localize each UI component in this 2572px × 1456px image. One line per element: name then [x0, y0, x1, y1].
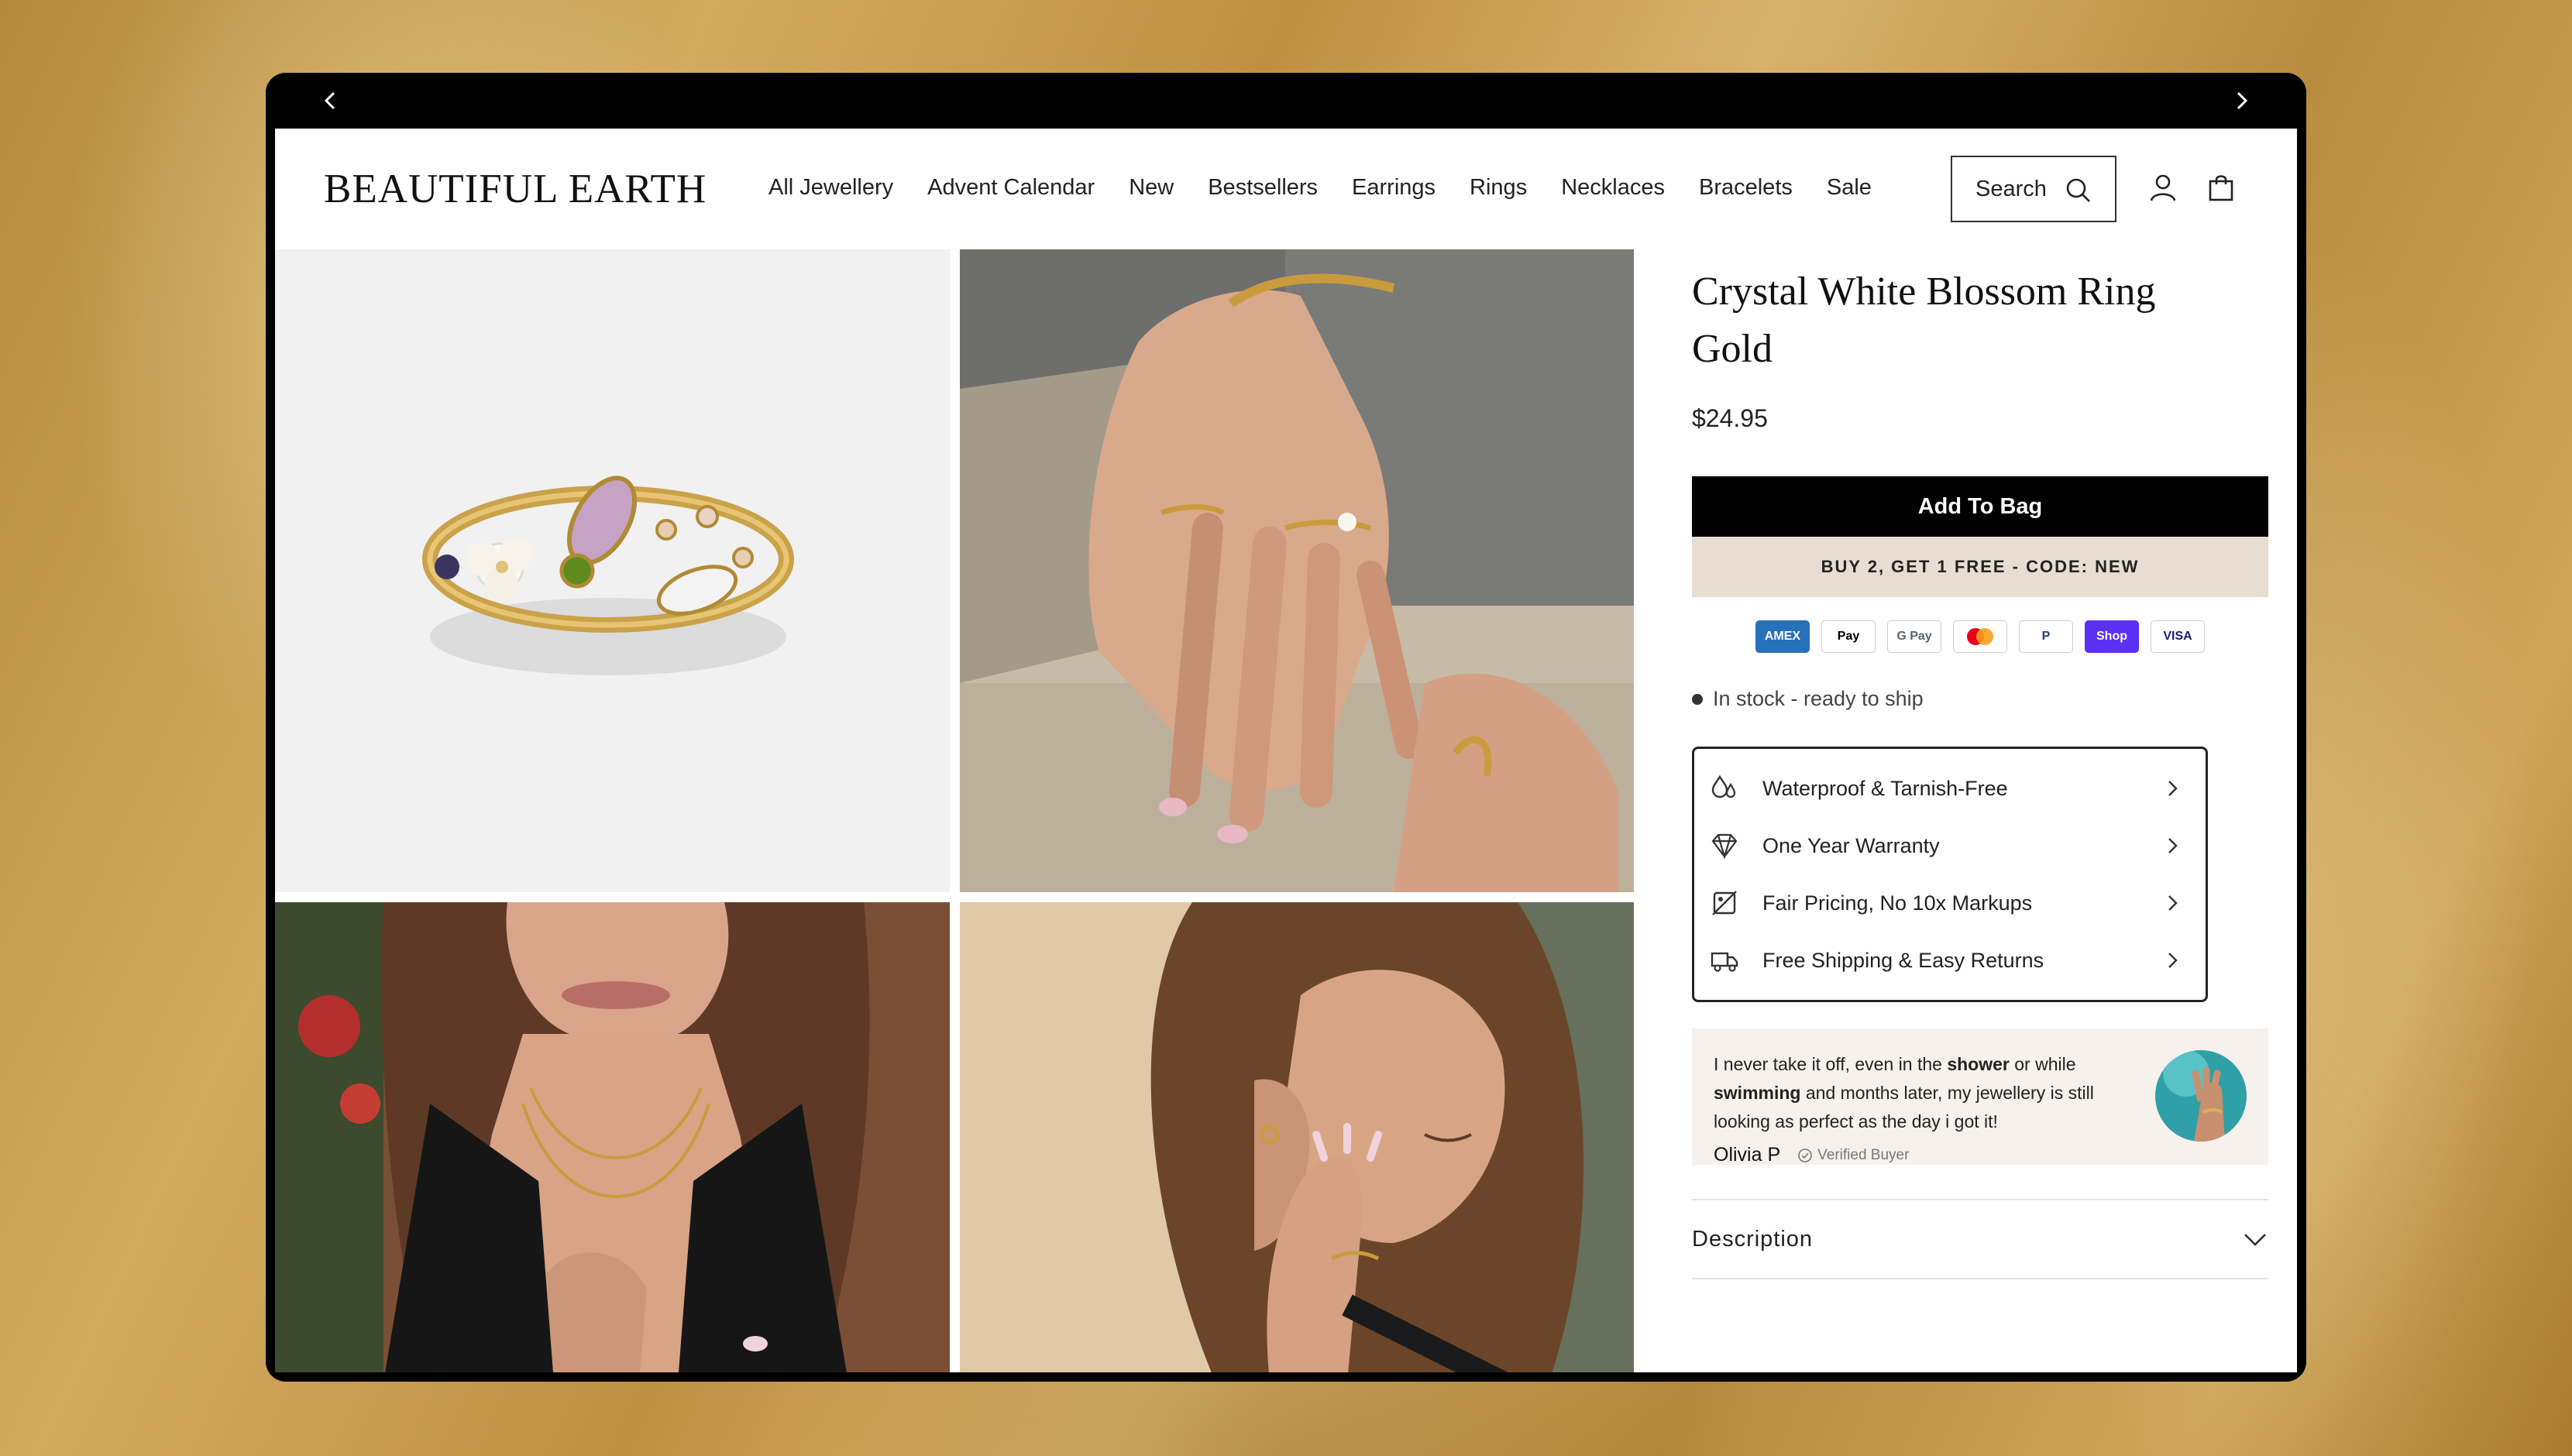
nav-earrings[interactable]: Earrings: [1352, 175, 1436, 201]
slideshow-bar: [266, 73, 2306, 129]
main-nav: All Jewellery Advent Calendar New Bestse…: [769, 129, 1906, 246]
avatar-image: [2155, 1050, 2247, 1142]
account-icon[interactable]: [2147, 172, 2178, 203]
truck-icon: [1711, 952, 1738, 972]
payment-label: G Pay: [1896, 630, 1932, 643]
feature-label: One Year Warranty: [1762, 833, 1940, 857]
product-panel: Crystal White Blossom Ring Gold $24.95 A…: [1692, 246, 2268, 1279]
check-circle-icon: [1798, 1148, 1812, 1162]
review-text-part: or while: [2009, 1054, 2076, 1074]
feature-warranty[interactable]: One Year Warranty: [1694, 817, 2206, 874]
apple-pay-icon: Pay: [1821, 620, 1876, 653]
search-icon: [2066, 178, 2090, 202]
reviewer-info: Olivia P Verified Buyer: [1714, 1144, 2247, 1166]
model-photo-placeholder: [275, 902, 950, 1372]
description-accordion[interactable]: Description: [1692, 1199, 2268, 1279]
stock-dot-icon: [1692, 693, 1703, 705]
visa-icon: VISA: [2151, 620, 2205, 653]
shop-pay-icon: Shop: [2085, 620, 2139, 653]
reviewer-avatar: [2155, 1050, 2247, 1142]
reviewer-name: Olivia P: [1714, 1144, 1781, 1166]
stock-text: In stock - ready to ship: [1713, 687, 1924, 710]
product-title-line-1: Crystal White Blossom Ring: [1692, 270, 2156, 314]
verified-badge: Verified Buyer: [1797, 1147, 1909, 1164]
hand-photo-placeholder: [960, 249, 1634, 892]
ring-illustration: [275, 249, 950, 892]
payment-methods: AMEX Pay G Pay P Shop VISA: [1692, 620, 2268, 653]
feature-label: Fair Pricing, No 10x Markups: [1762, 891, 2033, 915]
previous-arrow-icon[interactable]: [314, 84, 348, 118]
features-list: Waterproof & Tarnish-Free One Year Warra…: [1692, 747, 2208, 1002]
site-header: BEAUTIFUL EARTH All Jewellery Advent Cal…: [275, 129, 2297, 246]
brand-logo[interactable]: BEAUTIFUL EARTH: [324, 166, 707, 212]
nav-all-jewellery[interactable]: All Jewellery: [769, 175, 893, 201]
payment-label: AMEX: [1764, 630, 1801, 643]
description-label: Description: [1692, 1226, 1814, 1252]
feature-fair-pricing[interactable]: Fair Pricing, No 10x Markups: [1694, 874, 2206, 932]
product-image-hand[interactable]: [960, 249, 1634, 892]
review-text-bold: shower: [1947, 1054, 2010, 1074]
product-image-model-necklace[interactable]: [275, 902, 950, 1372]
nav-necklaces[interactable]: Necklaces: [1561, 175, 1665, 201]
nav-bracelets[interactable]: Bracelets: [1699, 175, 1793, 201]
payment-label: VISA: [2163, 630, 2192, 643]
product-title: Crystal White Blossom Ring Gold: [1692, 263, 2268, 378]
chevron-down-icon: [2244, 1234, 2266, 1246]
next-arrow-icon[interactable]: [2224, 84, 2258, 118]
google-pay-icon: G Pay: [1887, 620, 1941, 653]
search-button[interactable]: Search: [1951, 156, 2116, 222]
nav-rings[interactable]: Rings: [1470, 175, 1527, 201]
product-image-model-earrings[interactable]: [960, 902, 1634, 1372]
browser-screen: BEAUTIFUL EARTH All Jewellery Advent Cal…: [275, 129, 2297, 1372]
chevron-right-icon: [2168, 895, 2178, 911]
review-text-bold: swimming: [1714, 1083, 1801, 1103]
diamond-icon: [1711, 833, 1738, 860]
product-image-ring[interactable]: [275, 249, 950, 892]
stock-status: In stock - ready to ship: [1692, 687, 2268, 711]
chevron-right-icon: [2168, 781, 2178, 796]
payment-label: Shop: [2096, 630, 2127, 643]
review-text-part: I never take it off, even in the: [1714, 1054, 1948, 1074]
amex-icon: AMEX: [1755, 620, 1810, 653]
model-photo-placeholder: [960, 902, 1634, 1372]
payment-label: Pay: [1837, 630, 1860, 643]
feature-shipping[interactable]: Free Shipping & Easy Returns: [1694, 932, 2206, 989]
product-title-line-2: Gold: [1692, 327, 1773, 371]
add-to-bag-button[interactable]: Add To Bag: [1692, 476, 2268, 537]
paypal-icon: P: [2019, 620, 2073, 653]
chevron-right-icon: [2168, 838, 2178, 853]
price-tag-icon: [1712, 891, 1737, 915]
mastercard-icon: [1953, 620, 2007, 653]
chevron-right-icon: [2168, 953, 2178, 968]
shopping-bag-icon[interactable]: [2206, 172, 2237, 203]
payment-label: P: [2041, 630, 2051, 643]
device-frame: BEAUTIFUL EARTH All Jewellery Advent Cal…: [266, 73, 2306, 1382]
promo-banner: BUY 2, GET 1 FREE - CODE: NEW: [1692, 537, 2268, 597]
nav-advent-calendar[interactable]: Advent Calendar: [927, 175, 1095, 201]
search-label: Search: [1975, 176, 2047, 201]
verified-label: Verified Buyer: [1817, 1146, 1910, 1163]
nav-new[interactable]: New: [1129, 175, 1174, 201]
nav-sale[interactable]: Sale: [1827, 175, 1872, 201]
feature-waterproof[interactable]: Waterproof & Tarnish-Free: [1694, 760, 2206, 817]
review-text: I never take it off, even in the shower …: [1714, 1050, 2132, 1136]
feature-label: Waterproof & Tarnish-Free: [1762, 776, 2008, 800]
water-drops-icon: [1711, 774, 1736, 798]
customer-review: I never take it off, even in the shower …: [1692, 1028, 2268, 1166]
feature-label: Free Shipping & Easy Returns: [1762, 948, 2044, 972]
product-price: $24.95: [1692, 404, 1768, 432]
nav-bestsellers[interactable]: Bestsellers: [1208, 175, 1318, 201]
